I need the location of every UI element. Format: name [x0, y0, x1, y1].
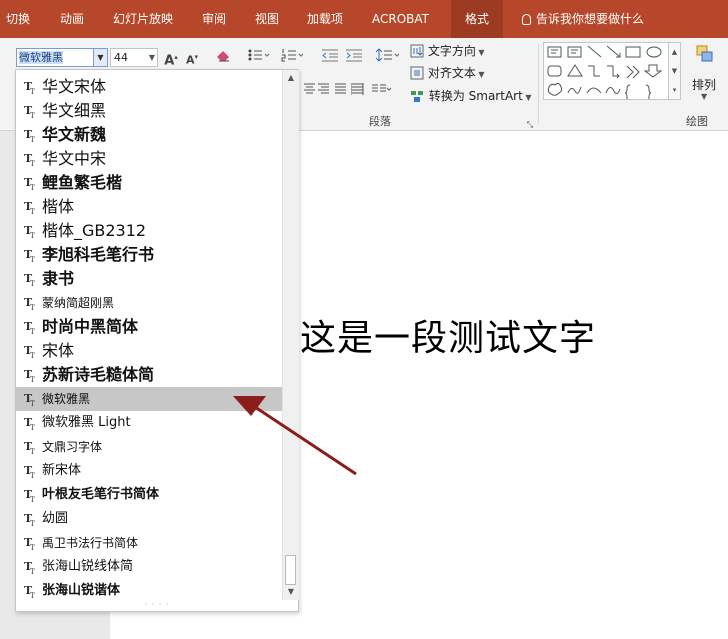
arrow-head [233, 396, 266, 416]
annotation-arrow [233, 396, 357, 476]
arrow-shaft [254, 405, 357, 476]
